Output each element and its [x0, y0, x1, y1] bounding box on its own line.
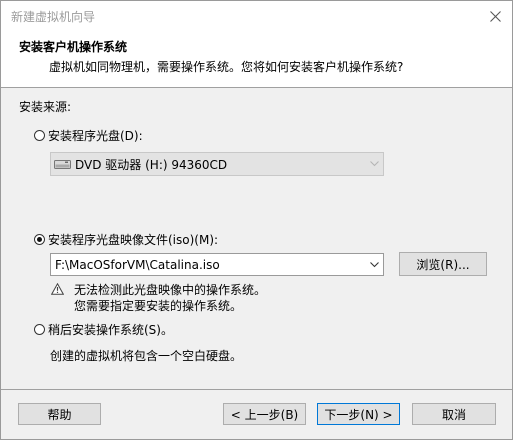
- radio-installer-disc-label: 安装程序光盘(D):: [48, 129, 143, 143]
- warning-line-2: 您需要指定要安装的操作系统。: [74, 299, 243, 313]
- cancel-button[interactable]: 取消: [412, 403, 496, 425]
- chevron-down-icon[interactable]: [365, 261, 383, 268]
- radio-install-later[interactable]: 稍后安装操作系统(S)。: [34, 321, 173, 338]
- page-subtitle: 虚拟机如同物理机，需要操作系统。您将如何安装客户机操作系统?: [49, 60, 404, 74]
- radio-button[interactable]: [34, 130, 45, 141]
- install-source-label: 安装来源:: [19, 100, 72, 114]
- disc-drive-value: DVD 驱动器 (H:) 94360CD: [75, 157, 228, 172]
- new-vm-wizard-dialog: 新建虚拟机向导 安装客户机操作系统 虚拟机如同物理机，需要操作系统。您将如何安装…: [0, 0, 513, 440]
- radio-installer-disc[interactable]: 安装程序光盘(D):: [34, 127, 143, 144]
- disc-drive-select[interactable]: DVD 驱动器 (H:) 94360CD: [50, 152, 384, 176]
- iso-path-input[interactable]: F:\MacOSforVM\Catalina.iso: [51, 258, 365, 272]
- back-button[interactable]: < 上一步(B): [223, 403, 306, 425]
- title-bar: 新建虚拟机向导: [1, 1, 512, 31]
- radio-install-later-label: 稍后安装操作系统(S)。: [48, 323, 173, 337]
- radio-iso-image-label: 安装程序光盘映像文件(iso)(M):: [48, 233, 219, 247]
- footer-divider: [1, 389, 512, 390]
- help-button[interactable]: 帮助: [18, 403, 101, 425]
- wizard-header: 安装客户机操作系统 虚拟机如同物理机，需要操作系统。您将如何安装客户机操作系统?: [1, 31, 512, 88]
- warning-line-1: 无法检测此光盘映像中的操作系统。: [74, 283, 267, 297]
- dvd-drive-icon: [51, 158, 71, 170]
- iso-path-combobox[interactable]: F:\MacOSforVM\Catalina.iso: [50, 253, 384, 276]
- radio-button[interactable]: [34, 324, 45, 335]
- iso-warning: 无法检测此光盘映像中的操作系统。 您需要指定要安装的操作系统。: [50, 282, 267, 314]
- warning-triangle-icon: [50, 282, 65, 314]
- browse-button[interactable]: 浏览(R)...: [399, 252, 487, 276]
- close-button[interactable]: [478, 1, 512, 31]
- install-later-description: 创建的虚拟机将包含一个空白硬盘。: [50, 349, 243, 363]
- close-icon: [489, 10, 501, 22]
- window-title: 新建虚拟机向导: [11, 10, 96, 24]
- chevron-down-icon: [365, 161, 383, 167]
- radio-iso-image[interactable]: 安装程序光盘映像文件(iso)(M):: [34, 231, 218, 248]
- next-button[interactable]: 下一步(N) >: [317, 403, 400, 425]
- page-title: 安装客户机操作系统: [19, 40, 128, 54]
- radio-button[interactable]: [34, 234, 45, 245]
